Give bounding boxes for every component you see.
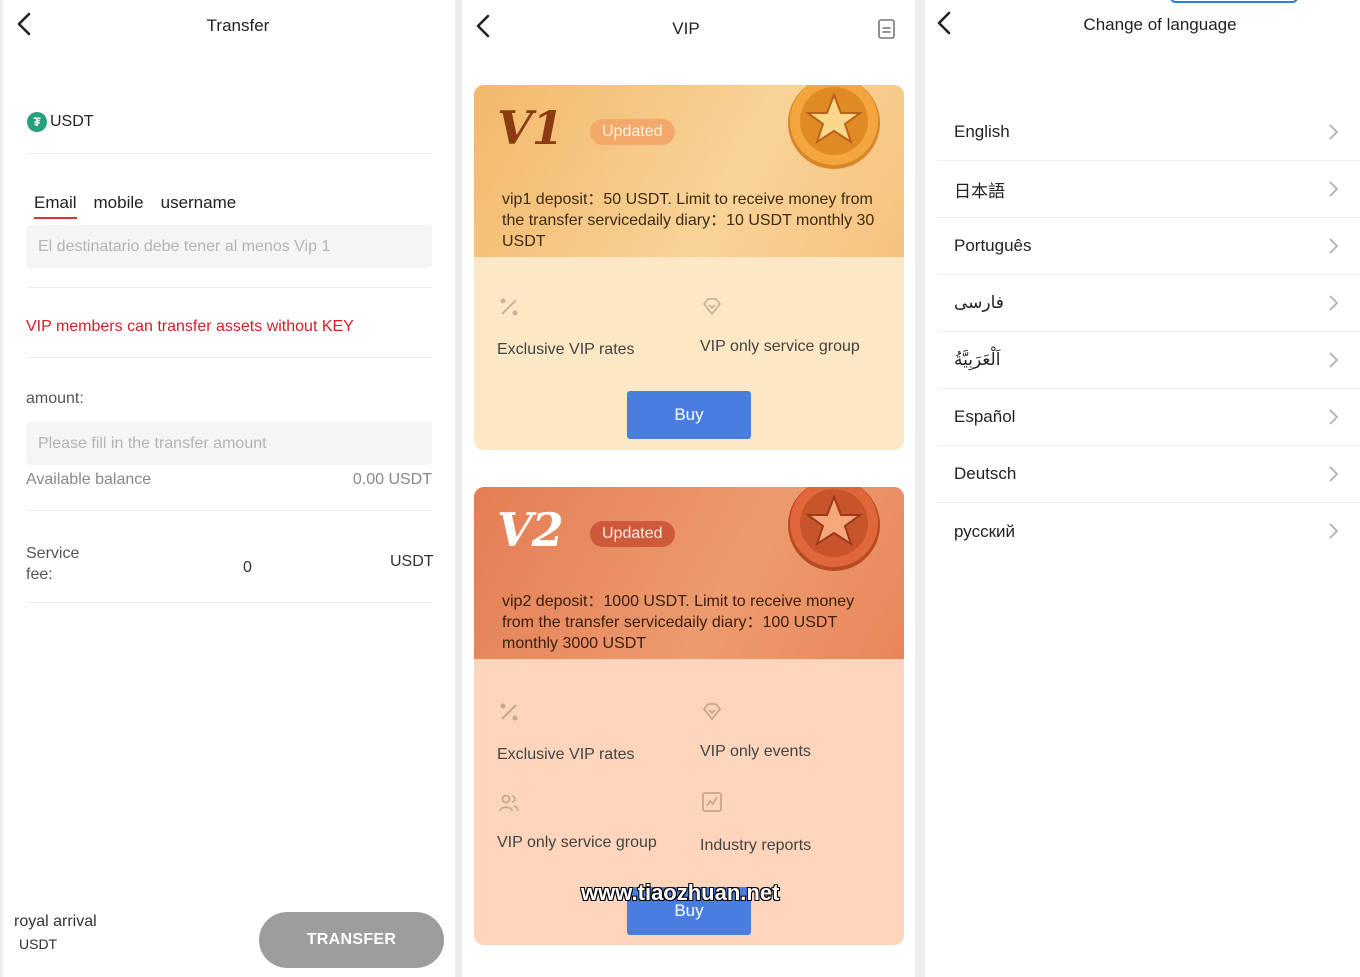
chevron-right-icon bbox=[1329, 409, 1339, 425]
chevron-right-icon bbox=[1329, 352, 1339, 368]
currency-selector[interactable]: ₮ USDT bbox=[27, 112, 94, 132]
language-item-german[interactable]: Deutsch bbox=[937, 446, 1360, 503]
watermark: www.tiaozhuan.net bbox=[581, 880, 780, 905]
feature-label: VIP only events bbox=[700, 743, 811, 760]
language-label: اَلْعَرَبِيَّةُ bbox=[954, 350, 1001, 369]
balance-row: Available balance 0.00 USDT bbox=[26, 471, 432, 489]
status-badge: Updated bbox=[590, 521, 675, 547]
buy-button[interactable]: Buy bbox=[627, 391, 751, 439]
vip-level: V2 bbox=[497, 503, 564, 557]
language-label: 日本語 bbox=[954, 181, 1005, 201]
language-label: русский bbox=[954, 521, 1016, 541]
feature-label: VIP only service group bbox=[497, 834, 657, 851]
footer-name: royal arrival bbox=[14, 913, 97, 930]
page-title: Transfer bbox=[206, 16, 270, 35]
vip-description: vip1 deposit：50 USDT. Limit to receive m… bbox=[502, 191, 875, 250]
recipient-type-tabs: Email mobile username bbox=[34, 193, 236, 219]
language-item-persian[interactable]: فارسی bbox=[937, 275, 1360, 332]
fee-unit: USDT bbox=[390, 553, 434, 570]
fee-value: 0 bbox=[243, 559, 252, 576]
usdt-icon: ₮ bbox=[27, 112, 47, 132]
page-title: Change of language bbox=[1083, 15, 1237, 34]
users-icon bbox=[499, 794, 519, 812]
language-label: Português bbox=[954, 236, 1032, 255]
star-coin-icon bbox=[788, 85, 880, 169]
chevron-right-icon bbox=[1329, 466, 1339, 482]
percent-icon bbox=[500, 703, 518, 721]
balance-label: Available balance bbox=[26, 471, 152, 488]
currency-label: USDT bbox=[50, 113, 94, 130]
screenshot-stage: Transfer ₮ USDT Email mobile username El… bbox=[0, 0, 1360, 977]
feature-label: Industry reports bbox=[700, 837, 812, 854]
tab-email[interactable]: Email bbox=[34, 193, 77, 219]
feature-label: VIP only service group bbox=[700, 338, 860, 355]
language-label: English bbox=[954, 122, 1010, 141]
language-panel: Change of language English 日本語 Português… bbox=[925, 0, 1360, 977]
transfer-panel: Transfer ₮ USDT Email mobile username El… bbox=[3, 0, 455, 977]
status-badge: Updated bbox=[590, 119, 675, 145]
fee-label: Service fee: bbox=[26, 545, 80, 583]
top-pill bbox=[1170, 0, 1298, 3]
page-title: VIP bbox=[672, 19, 700, 38]
footer-unit: USDT bbox=[19, 936, 58, 952]
language-item-portuguese[interactable]: Português bbox=[937, 218, 1360, 275]
document-icon[interactable] bbox=[877, 18, 897, 40]
percent-icon bbox=[500, 298, 518, 316]
language-item-english[interactable]: English bbox=[937, 104, 1360, 161]
star-coin-icon bbox=[788, 487, 880, 571]
language-label: Deutsch bbox=[954, 464, 1017, 483]
divider bbox=[27, 357, 432, 358]
language-item-russian[interactable]: русский bbox=[937, 503, 1360, 560]
report-icon bbox=[702, 792, 722, 812]
chevron-right-icon bbox=[1329, 295, 1339, 311]
divider bbox=[27, 287, 432, 288]
language-item-japanese[interactable]: 日本語 bbox=[937, 161, 1360, 218]
feature-label: Exclusive VIP rates bbox=[497, 746, 635, 763]
vip-note: VIP members can transfer assets without … bbox=[26, 318, 354, 335]
tab-mobile[interactable]: mobile bbox=[94, 193, 144, 219]
language-list: English 日本語 Português فارسی اَلْعَرَبِيَ… bbox=[937, 104, 1360, 560]
vip-description: vip2 deposit：1000 USDT. Limit to receive… bbox=[502, 593, 855, 652]
vip-card-v1: V1 Updated vip1 deposit：50 USDT. Limit t… bbox=[474, 85, 904, 450]
language-item-spanish[interactable]: Español bbox=[937, 389, 1360, 446]
chevron-right-icon bbox=[1329, 124, 1339, 140]
chevron-right-icon bbox=[1329, 181, 1339, 197]
divider bbox=[27, 153, 432, 154]
feature-label: Exclusive VIP rates bbox=[497, 341, 635, 358]
tab-username[interactable]: username bbox=[161, 193, 237, 219]
chevron-right-icon bbox=[1329, 523, 1339, 539]
vip-card-header: V2 Updated vip2 deposit：1000 USDT. Limit… bbox=[474, 487, 904, 659]
vip-card-header: V1 Updated vip1 deposit：50 USDT. Limit t… bbox=[474, 85, 904, 257]
language-label: فارسی bbox=[954, 293, 1004, 312]
amount-input[interactable]: Please fill in the transfer amount bbox=[26, 422, 432, 465]
diamond-icon bbox=[702, 298, 722, 316]
divider bbox=[27, 510, 432, 511]
balance-value: 0.00 USDT bbox=[352, 471, 432, 488]
language-item-arabic[interactable]: اَلْعَرَبِيَّةُ bbox=[937, 332, 1360, 389]
amount-label: amount: bbox=[26, 390, 84, 407]
vip-panel: VIP V1 Updated vip1 deposit：50 USDT. Lim… bbox=[462, 0, 915, 977]
vip-level: V1 bbox=[497, 101, 564, 155]
diamond-icon bbox=[702, 703, 722, 721]
chevron-right-icon bbox=[1329, 238, 1339, 254]
recipient-input[interactable]: El destinatario debe tener al menos Vip … bbox=[26, 225, 432, 268]
divider bbox=[27, 602, 432, 603]
vip-card-v2: V2 Updated vip2 deposit：1000 USDT. Limit… bbox=[474, 487, 904, 945]
language-label: Español bbox=[954, 407, 1016, 426]
transfer-button[interactable]: TRANSFER bbox=[259, 912, 444, 968]
